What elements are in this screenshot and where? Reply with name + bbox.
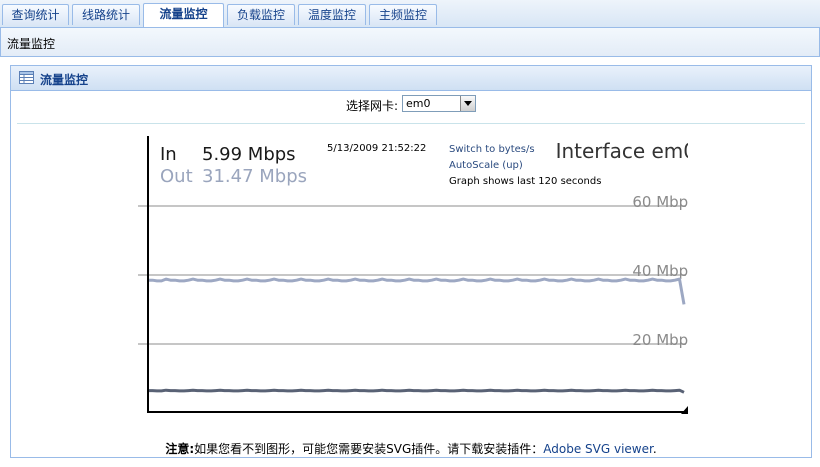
in-value: 5.99 Mbps (202, 144, 296, 165)
out-label: Out (160, 166, 193, 187)
adobe-svg-viewer-link[interactable]: Adobe SVG viewer (543, 442, 653, 456)
in-label: In (160, 144, 177, 165)
interface-title: Interface em0 (556, 139, 688, 163)
tab-bar: 查询统计 线路统计 流量监控 负载监控 温度监控 主频监控 (0, 0, 820, 28)
graph-timestamp: 5/13/2009 21:52:22 (327, 143, 426, 154)
traffic-panel: 流量监控 选择网卡: em0 60 Mbps 40 Mbps 20 Mbps I… (10, 65, 812, 458)
graph-window-text: Graph shows last 120 seconds (449, 176, 601, 187)
switch-units-link[interactable]: Switch to bytes/s (449, 144, 535, 155)
breadcrumb-bar: 流量监控 (0, 28, 820, 57)
note-suffix: . (652, 442, 657, 456)
tab-line-stats[interactable]: 线路统计 (72, 4, 140, 25)
tab-frequency-monitor[interactable]: 主频监控 (369, 4, 437, 25)
panel-header: 流量监控 (11, 66, 811, 91)
svg-plugin-note: 注意:如果您看不到图形，可能您需要安装SVG插件。请下载安装插件：Adobe S… (11, 440, 811, 457)
grid-label-20: 20 Mbps (632, 331, 688, 349)
grid-lines: 60 Mbps 40 Mbps 20 Mbps (138, 193, 688, 349)
note-prefix: 注意: (165, 442, 195, 456)
note-text: 如果您看不到图形，可能您需要安装SVG插件。请下载安装插件： (194, 442, 544, 456)
breadcrumb: 流量监控 (7, 37, 56, 51)
divider (17, 123, 805, 124)
autoscale-link[interactable]: AutoScale (up) (449, 160, 523, 171)
nic-label: 选择网卡: (346, 99, 399, 113)
tab-traffic-monitor[interactable]: 流量监控 (143, 3, 224, 27)
table-icon (19, 71, 34, 84)
panel-title: 流量监控 (40, 73, 89, 87)
nic-select-value: em0 (406, 97, 431, 110)
grid-label-40: 40 Mbps (632, 262, 688, 280)
out-value: 31.47 Mbps (202, 166, 307, 187)
in-series-line (148, 388, 685, 394)
tab-load-monitor[interactable]: 负载监控 (227, 4, 295, 25)
chevron-down-icon[interactable] (460, 96, 475, 111)
nic-select[interactable]: em0 (402, 95, 476, 112)
tab-query-stats[interactable]: 查询统计 (2, 4, 69, 25)
grid-label-60: 60 Mbps (632, 193, 688, 211)
tab-temperature-monitor[interactable]: 温度监控 (298, 4, 366, 25)
traffic-graph: 60 Mbps 40 Mbps 20 Mbps In 5.99 Mbps Out… (138, 136, 688, 414)
out-series-line (148, 277, 686, 305)
